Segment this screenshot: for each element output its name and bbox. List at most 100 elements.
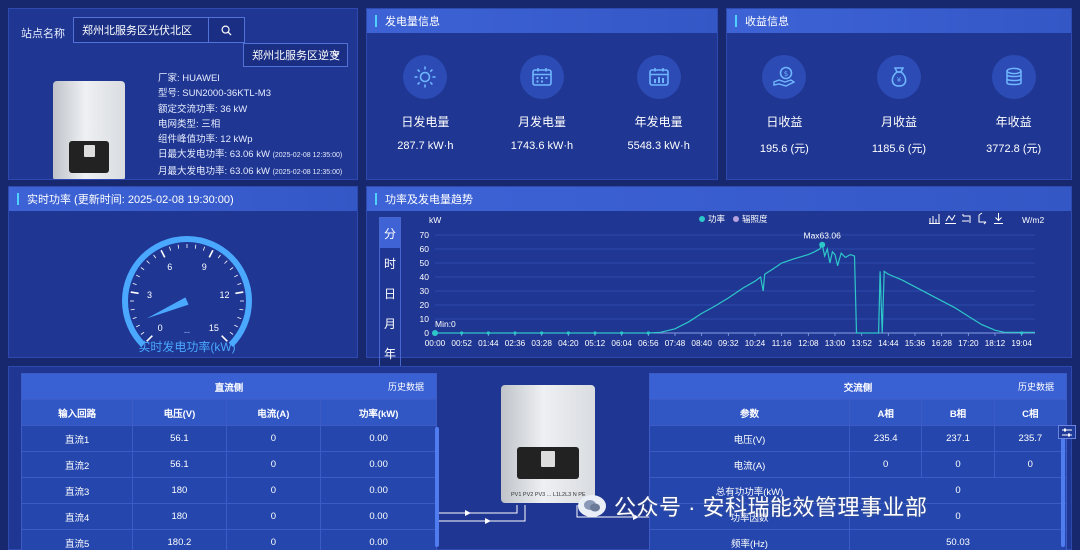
realtime-panel-header: 实时功率 (更新时间: 2025-02-08 19:30:00) xyxy=(9,187,357,211)
chevron-down-icon xyxy=(332,52,340,57)
x-tick-label: 14:44 xyxy=(878,339,899,348)
gauge-tick xyxy=(136,274,140,278)
x-tick-label: 09:32 xyxy=(718,339,739,348)
revenue-info-panel: 收益信息 $ 日收益 195.6 (元) ¥ 月收益 1185.6 (元) 年收… xyxy=(726,8,1072,180)
gauge-tick-label: 12 xyxy=(220,290,230,300)
ac-table-caption: 交流侧 历史数据 xyxy=(649,373,1067,400)
gauge-tick xyxy=(202,246,205,251)
money-hand-icon: $ xyxy=(762,55,807,99)
gauge-tick xyxy=(132,283,137,286)
gauge-tick xyxy=(237,283,242,286)
gauge-tick xyxy=(234,324,238,328)
download-icon[interactable] xyxy=(994,213,1003,224)
gauge-tick xyxy=(153,254,157,259)
x-tick-label: 05:12 xyxy=(585,339,606,348)
x-tick-label: 08:40 xyxy=(691,339,712,348)
spec-row: 组件峰值功率: 12 kWp xyxy=(158,132,342,147)
dc-history-link[interactable]: 历史数据 xyxy=(388,380,424,393)
x-tick-label: 06:04 xyxy=(611,339,632,348)
gauge-tick xyxy=(130,308,135,311)
power-series-line xyxy=(435,243,1035,334)
spec-key: 电网类型: xyxy=(158,118,202,130)
spec-row: 电网类型: 三相 xyxy=(158,117,342,132)
x-tick-label: 18:12 xyxy=(985,339,1006,348)
x-tick-label: 00:00 xyxy=(425,339,446,348)
gauge-tick xyxy=(160,249,166,258)
dc-header-input: 输入回路 xyxy=(20,399,134,426)
bar-chart-icon[interactable] xyxy=(929,214,940,224)
table-cell: 180 xyxy=(132,503,227,530)
gauge-tick-label: 15 xyxy=(209,323,219,333)
refresh-icon[interactable] xyxy=(978,212,987,225)
table-cell: 235.4 xyxy=(849,425,923,452)
table-row: 频率(Hz) 50.03 xyxy=(648,529,1067,550)
monthly-generation: 月发电量 1743.6 kW·h xyxy=(487,55,597,152)
annotation-point xyxy=(432,330,438,336)
gauge-value: -- xyxy=(184,327,190,337)
x-tick-label: 19:04 xyxy=(1011,339,1032,348)
station-search-input[interactable]: 郑州北服务区光伏北区 xyxy=(73,17,245,43)
table-cell: 0 xyxy=(225,477,322,504)
table-cell: 电压(V) xyxy=(648,425,851,452)
inverter-specs: 厂家: HUAWEI 型号: SUN2000-36KTL-M3 额定交流功率: 36… xyxy=(158,71,342,179)
revenue-panel-title: 收益信息 xyxy=(745,16,789,28)
x-tick-label: 12:08 xyxy=(798,339,819,348)
sliders-icon xyxy=(1062,428,1072,436)
ac-header-phase-c: C相 xyxy=(993,399,1068,426)
monthly-generation-value: 1743.6 kW·h xyxy=(510,140,574,152)
scrollbar[interactable] xyxy=(435,427,439,547)
spec-value: 63.06 kW xyxy=(229,149,270,161)
table-cell: 180.2 xyxy=(132,529,227,550)
dc-header-power: 功率(kW) xyxy=(320,399,437,426)
search-button[interactable] xyxy=(208,18,244,42)
dc-side-table: 直流侧 历史数据 输入回路 电压(V) 电流(A) 功率(kW) 直流1 56.1 0… xyxy=(20,373,437,550)
gauge-needle xyxy=(146,297,189,319)
table-cell: 直流1 xyxy=(20,425,134,452)
ac-history-link[interactable]: 历史数据 xyxy=(1018,380,1054,393)
ac-table-title: 交流侧 xyxy=(843,382,873,394)
y-axis-unit-left: kW xyxy=(429,215,441,225)
dc-table-caption: 直流侧 历史数据 xyxy=(21,373,437,400)
x-tick-label: 02:36 xyxy=(505,339,526,348)
device-select-value: 郑州北服务区逆变 xyxy=(252,50,340,62)
y-tick-label: 70 xyxy=(420,230,430,240)
x-tick-label: 01:44 xyxy=(478,339,499,348)
table-cell: 0 xyxy=(921,451,995,478)
gauge-tick xyxy=(194,244,197,249)
inverter-image xyxy=(53,81,125,179)
spec-key: 厂家: xyxy=(158,73,183,84)
table-cell: 直流4 xyxy=(20,503,134,530)
table-cell: 0 xyxy=(993,451,1068,478)
gauge-tick xyxy=(140,331,145,335)
data-point xyxy=(593,331,597,335)
table-cell: 0.00 xyxy=(320,529,437,550)
spec-value: 12 kWp xyxy=(220,134,253,146)
generation-panel-title: 发电量信息 xyxy=(385,16,440,28)
inverter-diagram xyxy=(501,385,595,503)
spec-key: 组件峰值功率: xyxy=(158,134,221,146)
gauge-tick xyxy=(234,274,238,278)
gauge-tick xyxy=(229,267,234,271)
station-panel: 站点名称 郑州北服务区光伏北区 郑州北服务区逆变 厂家: HUAWEI 型号: S… xyxy=(8,8,358,180)
y-tick-label: 30 xyxy=(420,286,430,296)
spec-row: 额定交流功率: 36 kW xyxy=(158,102,342,117)
y-tick-label: 60 xyxy=(420,244,430,254)
device-select[interactable]: 郑州北服务区逆变 xyxy=(243,43,348,67)
watermark: 公众号 · 安科瑞能效管理事业部 xyxy=(578,490,928,522)
dc-table-title: 直流侧 xyxy=(214,382,244,394)
ac-side-table: 交流侧 历史数据 参数 A相 B相 C相 电压(V) 235.4 237.1 235.7… xyxy=(648,373,1068,550)
table-cell: 180 xyxy=(132,477,227,504)
data-point xyxy=(620,331,624,335)
dc-header-current: 电流(A) xyxy=(225,399,322,426)
realtime-panel-title: 实时功率 (更新时间: 2025-02-08 19:30:00) xyxy=(27,194,234,206)
gauge-tick-label: 9 xyxy=(202,262,207,272)
gauge-tick xyxy=(146,260,150,264)
search-icon xyxy=(221,25,232,36)
restore-icon[interactable] xyxy=(962,214,971,223)
scrollbar[interactable] xyxy=(1061,437,1065,547)
data-point xyxy=(646,331,650,335)
line-chart-icon[interactable] xyxy=(945,214,956,224)
settings-toggle-button[interactable] xyxy=(1058,425,1076,439)
yearly-revenue-value: 3772.8 (元) xyxy=(986,143,1042,155)
calendar-chart-icon xyxy=(636,55,681,99)
